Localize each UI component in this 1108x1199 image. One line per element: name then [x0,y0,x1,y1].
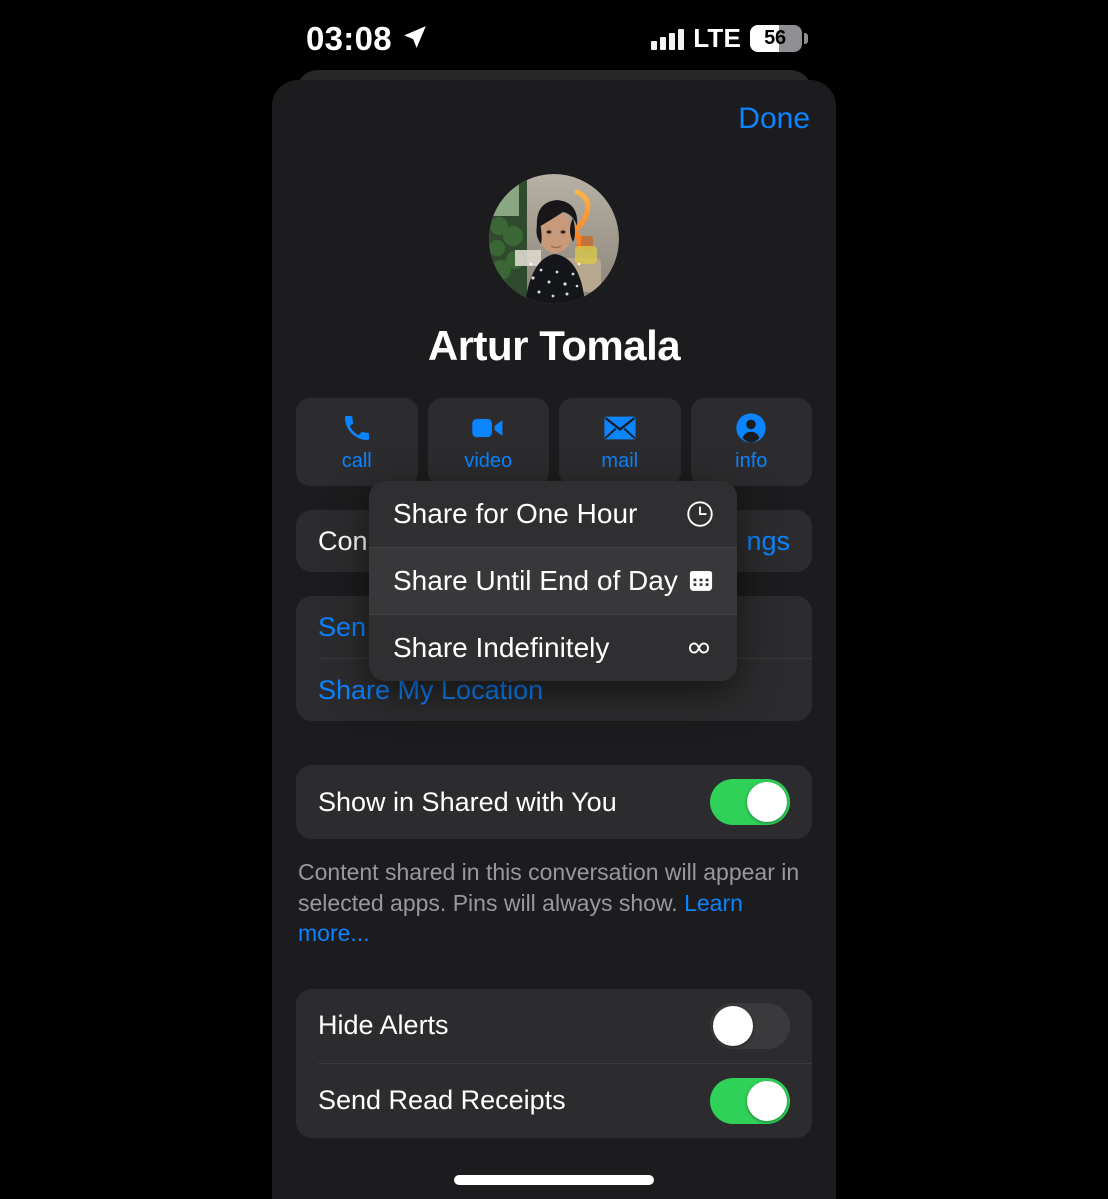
done-button[interactable]: Done [738,102,810,136]
location-arrow-icon [402,24,428,55]
send-read-receipts-label: Send Read Receipts [318,1085,566,1116]
avatar[interactable] [489,174,619,304]
status-time: 03:08 [306,20,392,57]
status-bar-left: 03:08 [306,20,428,58]
cellular-signal-icon [651,28,685,50]
contact-name: Artur Tomala [427,322,681,369]
sheet-header: Done [272,80,836,166]
envelope-icon [603,412,637,444]
send-location-label: Sen [318,611,367,642]
menu-item-share-indefinitely[interactable]: Share Indefinitely [369,615,737,681]
call-button[interactable]: call [296,398,418,486]
menu-item-label: Share for One Hour [393,498,638,529]
iphone-screen: 03:08 LTE 56 Done Artur Tomala call vide… [0,0,1108,1199]
infinity-icon [681,636,715,660]
menu-item-label: Share Indefinitely [393,632,610,663]
send-read-receipts-row[interactable]: Send Read Receipts [296,1064,812,1138]
share-location-context-menu: Share for One Hour Share Until End of Da… [369,481,737,681]
shared-with-you-label: Show in Shared with You [318,786,617,817]
info-button[interactable]: info [690,398,812,486]
contact-settings-label: Con [318,525,368,556]
status-bar-right: LTE 56 [651,23,808,54]
home-indicator [454,1175,654,1185]
call-label: call [341,449,372,472]
quick-actions: call video mail info [272,398,836,486]
menu-item-share-one-hour[interactable]: Share for One Hour [369,481,737,547]
contact-settings-value: ngs [746,525,790,556]
mail-button[interactable]: mail [559,398,681,486]
hide-alerts-label: Hide Alerts [318,1010,449,1041]
phone-icon [341,412,373,444]
calendar-icon [681,567,715,595]
contact-photo [489,174,619,304]
info-label: info [735,449,768,472]
battery-percent-label: 56 [764,27,786,49]
battery-cap [804,33,808,44]
battery-indicator: 56 [750,25,808,52]
alerts-group: Hide Alerts Send Read Receipts [296,988,812,1138]
mail-label: mail [601,449,639,472]
menu-item-share-end-of-day[interactable]: Share Until End of Day [369,548,737,614]
shared-with-you-toggle[interactable] [710,779,790,825]
video-button[interactable]: video [427,398,549,486]
status-bar: 03:08 LTE 56 [0,0,1108,72]
network-type-label: LTE [693,23,741,53]
contact-header: Artur Tomala [272,174,836,370]
hide-alerts-toggle[interactable] [710,1002,790,1049]
shared-with-you-footnote: Content shared in this conversation will… [298,857,810,949]
menu-item-label: Share Until End of Day [393,565,678,596]
shared-with-you-group: Show in Shared with You [296,765,812,839]
video-camera-icon [471,412,505,444]
battery-icon: 56 [750,25,802,52]
video-label: video [464,449,513,472]
hide-alerts-row[interactable]: Hide Alerts [296,989,812,1063]
show-in-shared-with-you-row[interactable]: Show in Shared with You [296,765,812,839]
clock-icon [681,499,715,529]
person-circle-icon [735,412,767,444]
send-read-receipts-toggle[interactable] [710,1077,790,1124]
